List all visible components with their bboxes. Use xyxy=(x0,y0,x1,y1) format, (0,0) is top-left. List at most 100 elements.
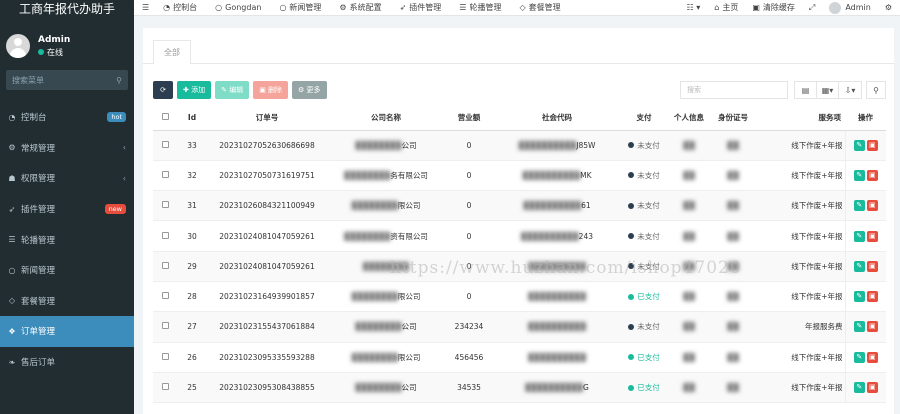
columns-icon: ▦▾ xyxy=(821,85,834,95)
topnav-dashboard[interactable]: ◔ 控制台 xyxy=(163,2,197,13)
sidebar-item-aftersales[interactable]: ❧ 售后订单 xyxy=(0,347,134,378)
fullscreen-icon[interactable]: ⤢ xyxy=(809,3,815,13)
row-delete-button[interactable]: ▣ xyxy=(866,169,878,181)
edit-button[interactable]: ✎ 编辑 xyxy=(215,81,250,99)
sidebar-item-packages[interactable]: ◇ 套餐管理 xyxy=(0,286,134,317)
toggle-view-button[interactable]: ▤ xyxy=(794,81,816,99)
topnav-gongdan[interactable]: ○ Gongdan xyxy=(215,3,261,12)
avatar xyxy=(6,34,30,58)
row-edit-button[interactable]: ✎ xyxy=(853,351,865,363)
table-row[interactable]: 31 20231026084321100949 ████████限公司 0 ██… xyxy=(153,190,886,222)
col-personal-info[interactable]: 个人信息 xyxy=(667,106,711,131)
payment-label: 未支付 xyxy=(637,231,660,241)
row-checkbox[interactable] xyxy=(153,220,177,252)
row-edit-button[interactable]: ✎ xyxy=(853,200,865,212)
row-checkbox[interactable] xyxy=(153,281,177,313)
row-delete-button[interactable]: ▣ xyxy=(866,321,878,333)
cell-payment: 未支付 xyxy=(621,160,667,192)
row-checkbox[interactable] xyxy=(153,372,177,404)
topnav-menu-dropdown[interactable]: ☷ ▾ xyxy=(687,3,701,12)
row-edit-button[interactable]: ✎ xyxy=(853,139,865,151)
sidebar-item-carousel[interactable]: ☰ 轮播管理 xyxy=(0,224,134,255)
row-edit-button[interactable]: ✎ xyxy=(853,321,865,333)
row-delete-button[interactable]: ▣ xyxy=(866,351,878,363)
plus-icon: ✚ xyxy=(183,86,192,94)
row-edit-button[interactable]: ✎ xyxy=(853,382,865,394)
table-row[interactable]: 28 20231023164939901857 ████████限公司 0 ██… xyxy=(153,281,886,313)
sidebar-item-general[interactable]: ⚙ 常规管理 ‹ xyxy=(0,133,134,164)
col-id[interactable]: Id xyxy=(177,106,207,131)
user-status-label: 在线 xyxy=(47,47,63,57)
cell-company: ████████限公司 xyxy=(327,342,445,373)
gear-icon[interactable]: ⚙ xyxy=(885,3,892,12)
col-company[interactable]: 公司名称 xyxy=(327,106,445,131)
col-order-no[interactable]: 订单号 xyxy=(207,106,327,131)
row-delete-button[interactable]: ▣ xyxy=(866,382,878,394)
topnav-packages[interactable]: ◇ 套餐管理 xyxy=(519,2,560,13)
advanced-search-button[interactable]: ⚲ xyxy=(866,81,886,99)
columns-button[interactable]: ▦▾ xyxy=(816,81,838,99)
select-all-checkbox[interactable] xyxy=(153,106,177,131)
redacted-text: ██ xyxy=(683,140,695,150)
redacted-text: ██████████ xyxy=(525,383,583,393)
code-suffix: 61 xyxy=(581,201,591,211)
export-button[interactable]: ⇩▾ xyxy=(838,81,862,99)
table-search-input[interactable]: 搜索 xyxy=(680,81,788,99)
row-checkbox[interactable] xyxy=(153,311,177,343)
row-checkbox[interactable] xyxy=(153,160,177,192)
topnav-home[interactable]: ⌂ 主页 xyxy=(714,2,738,13)
row-delete-button[interactable]: ▣ xyxy=(866,230,878,242)
table-row[interactable]: 27 20231023155437061884 ████████公司 23423… xyxy=(153,311,886,343)
topnav-plugins[interactable]: ➶ 插件管理 xyxy=(400,2,442,13)
col-social-code[interactable]: 社会代码 xyxy=(493,106,621,131)
topnav-clear-cache[interactable]: ▣ 清除缓存 xyxy=(752,2,795,13)
more-button[interactable]: ⚙ 更多 xyxy=(292,81,327,99)
refresh-button[interactable]: ⟳ xyxy=(153,81,173,99)
row-checkbox[interactable] xyxy=(153,251,177,282)
row-edit-button[interactable]: ✎ xyxy=(853,260,865,272)
topnav-config[interactable]: ⚙ 系统配置 xyxy=(339,2,381,13)
table-row[interactable]: 26 20231023095335593288 ████████限公司 4564… xyxy=(153,342,886,373)
topnav-news[interactable]: ○ 新闻管理 xyxy=(279,2,321,13)
tab-all[interactable]: 全部 xyxy=(153,40,191,64)
topnav-label: 套餐管理 xyxy=(528,3,561,12)
row-delete-button[interactable]: ▣ xyxy=(866,200,878,212)
sidebar-search-input[interactable]: 搜索菜单 ⚲ xyxy=(6,70,128,90)
cell-id: 27 xyxy=(177,311,207,343)
col-service[interactable]: 服务项 xyxy=(755,106,845,131)
row-checkbox[interactable] xyxy=(153,190,177,222)
col-revenue[interactable]: 营业额 xyxy=(445,106,493,131)
cell-service: 线下作废+年报 xyxy=(755,372,845,404)
search-icon[interactable]: ⚲ xyxy=(116,76,122,85)
sidebar-item-orders[interactable]: ❖ 订单管理 xyxy=(0,316,134,347)
row-checkbox[interactable] xyxy=(153,130,177,161)
sidebar-item-news[interactable]: ○ 新闻管理 xyxy=(0,255,134,286)
topnav-carousel[interactable]: ☰ 轮播管理 xyxy=(459,2,501,13)
add-button[interactable]: ✚ 添加 xyxy=(177,81,212,99)
redacted-text: ██ xyxy=(683,292,695,302)
brand-title[interactable]: 工商年报代办助手 xyxy=(0,0,134,16)
sidebar-item-plugins[interactable]: ➶ 插件管理 new xyxy=(0,194,134,225)
row-delete-button[interactable]: ▣ xyxy=(866,139,878,151)
row-edit-button[interactable]: ✎ xyxy=(853,230,865,242)
row-delete-button[interactable]: ▣ xyxy=(866,260,878,272)
row-delete-button[interactable]: ▣ xyxy=(866,291,878,303)
delete-button[interactable]: ▣ 删除 xyxy=(253,81,289,99)
table-row[interactable]: 32 20231027050731619751 ████████务有限公司 0 … xyxy=(153,160,886,192)
row-checkbox[interactable] xyxy=(153,342,177,373)
cell-social-code: ██████████ xyxy=(493,281,621,313)
leaf-icon: ❧ xyxy=(8,357,16,367)
menu-toggle-icon[interactable]: ☰ xyxy=(142,3,149,12)
topnav-admin[interactable]: Admin xyxy=(829,1,871,14)
sidebar-item-permissions[interactable]: ☗ 权限管理 ‹ xyxy=(0,163,134,194)
cell-order-no: 20231024081047059261 xyxy=(207,220,327,252)
row-edit-button[interactable]: ✎ xyxy=(853,169,865,181)
table-row[interactable]: 30 20231024081047059261 ████████资有限公司 0 … xyxy=(153,220,886,252)
cell-revenue: 0 xyxy=(445,281,493,313)
col-id-number[interactable]: 身份证号 xyxy=(711,106,755,131)
col-payment[interactable]: 支付 xyxy=(621,106,667,131)
row-edit-button[interactable]: ✎ xyxy=(853,291,865,303)
table-row[interactable]: 33 20231027052630686698 ████████公司 0 ███… xyxy=(153,130,886,161)
table-row[interactable]: 25 20231023095308438855 ████████公司 34535… xyxy=(153,372,886,404)
sidebar-item-dashboard[interactable]: ◔ 控制台 hot xyxy=(0,102,134,133)
